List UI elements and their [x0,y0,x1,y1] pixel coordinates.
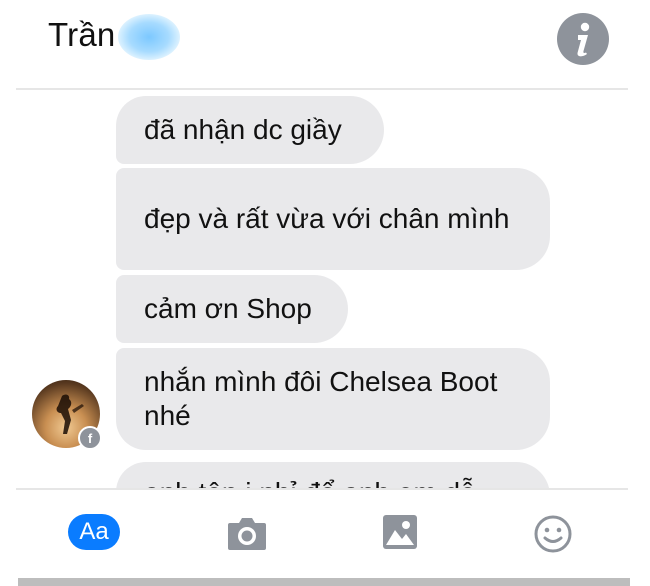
message-text: anh tên j nhỉ để anh em dễ [144,476,476,488]
conversation-header: Trần [0,0,650,88]
message-text: đã nhận dc giầy [144,114,342,145]
avatar[interactable]: f [32,380,102,450]
message-text: nhắn mình đôi Chelsea Boot nhé [144,366,498,431]
contact-name[interactable]: Trần [48,16,115,54]
emoji-icon[interactable] [533,514,573,554]
message-bubble[interactable]: nhắn mình đôi Chelsea Boot nhé [116,348,550,450]
message-list[interactable]: đã nhận dc giầy đẹp và rất vừa với chân … [0,90,650,488]
message-text: cảm ơn Shop [144,293,312,324]
message-bubble[interactable]: anh tên j nhỉ để anh em dễ [116,462,550,488]
bottom-edge [18,578,630,586]
message-text: đẹp và rất vừa với chân mình [144,203,510,234]
facebook-icon: f [78,426,102,450]
composer-toolbar: Aa [0,490,650,578]
message-bubble[interactable]: cảm ơn Shop [116,275,348,343]
camera-icon[interactable] [226,514,268,552]
text-input-button[interactable]: Aa [68,514,120,550]
message-bubble[interactable]: đẹp và rất vừa với chân mình [116,168,550,270]
image-icon[interactable] [382,514,418,550]
redaction-blur [118,14,180,60]
info-button[interactable] [557,13,609,65]
message-bubble[interactable]: đã nhận dc giầy [116,96,384,164]
info-icon [577,22,590,57]
